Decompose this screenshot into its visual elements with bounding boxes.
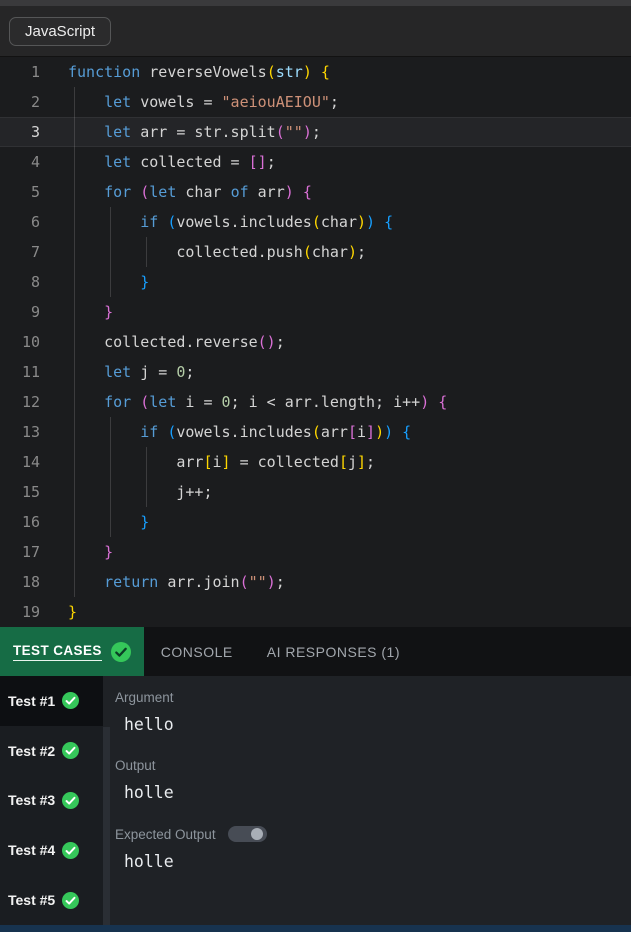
code-line[interactable]: 3 let arr = str.split(""); — [0, 117, 631, 147]
test-case-item[interactable]: Test #4 — [0, 825, 103, 875]
line-number: 13 — [21, 423, 40, 441]
test-case-item[interactable]: Test #5 — [0, 875, 103, 925]
output-label: Output — [115, 758, 156, 773]
line-number: 4 — [30, 153, 40, 171]
code-line[interactable]: 19} — [0, 597, 631, 627]
language-selector-button[interactable]: JavaScript — [9, 16, 112, 46]
line-number: 6 — [30, 213, 40, 231]
code-line[interactable]: 8 } — [0, 267, 631, 297]
code-text: arr[i] = collected[j]; — [68, 453, 376, 471]
test-results-panel: Test #1 Test #2 Test #3 Test #4 Test #5 Argu… — [0, 676, 631, 925]
code-line[interactable]: 12 for (let i = 0; i < arr.length; i++) … — [0, 387, 631, 417]
expected-output-value: holle — [124, 852, 174, 871]
code-line[interactable]: 14 arr[i] = collected[j]; — [0, 447, 631, 477]
code-line[interactable]: 5 for (let char of arr) { — [0, 177, 631, 207]
code-text: } — [104, 543, 114, 561]
line-number: 17 — [21, 543, 40, 561]
code-line[interactable]: 10 collected.reverse(); — [0, 327, 631, 357]
code-text: let collected = []; — [104, 153, 276, 171]
code-text: } — [104, 303, 114, 321]
line-number: 10 — [21, 333, 40, 351]
code-line[interactable]: 15 j++; — [0, 477, 631, 507]
test-case-item[interactable]: Test #3 — [0, 776, 103, 826]
code-line[interactable]: 11 let j = 0; — [0, 357, 631, 387]
test-case-list: Test #1 Test #2 Test #3 Test #4 Test #5 — [0, 676, 103, 925]
argument-value: hello — [124, 715, 174, 734]
test-pass-check-icon — [62, 692, 80, 710]
line-number: 14 — [21, 453, 40, 471]
test-case-item[interactable]: Test #2 — [0, 726, 103, 776]
code-line[interactable]: 6 if (vowels.includes(char)) { — [0, 207, 631, 237]
line-number: 11 — [21, 363, 40, 381]
expected-output-toggle[interactable] — [227, 826, 267, 842]
editor-header: JavaScript — [0, 6, 631, 57]
code-text: let j = 0; — [104, 363, 195, 381]
code-line[interactable]: 13 if (vowels.includes(arr[i])) { — [0, 417, 631, 447]
line-number: 12 — [21, 393, 40, 411]
test-pass-check-icon — [62, 841, 80, 859]
code-line[interactable]: 4 let collected = []; — [0, 147, 631, 177]
code-text: } — [140, 513, 150, 531]
code-line[interactable]: 18 return arr.join(""); — [0, 567, 631, 597]
code-text: collected.push(char); — [68, 243, 367, 261]
code-line[interactable]: 2 let vowels = "aeiouAEIOU"; — [0, 87, 631, 117]
bottom-panel-tabbar: TEST CASES CONSOLE AI RESPONSES (1) — [0, 627, 631, 676]
line-number: 16 — [21, 513, 40, 531]
line-number: 7 — [30, 243, 40, 261]
code-line[interactable]: 17 } — [0, 537, 631, 567]
code-line[interactable]: 16 } — [0, 507, 631, 537]
code-line[interactable]: 7 collected.push(char); — [0, 237, 631, 267]
code-text: j++; — [68, 483, 213, 501]
code-editor[interactable]: 1 function reverseVowels(str) { 2 let vowe… — [0, 57, 631, 627]
code-line[interactable]: 1 function reverseVowels(str) { — [0, 57, 631, 87]
test-case-label: Test #2 — [8, 742, 56, 759]
test-case-label: Test #4 — [8, 842, 56, 859]
test-pass-check-icon — [62, 791, 80, 809]
code-text: } — [140, 273, 150, 291]
code-text: return arr.join(""); — [104, 573, 285, 591]
code-text: if (vowels.includes(arr[i])) { — [140, 423, 412, 441]
argument-label: Argument — [115, 690, 174, 705]
tab-test-cases-label: TEST CASES — [13, 643, 102, 661]
test-detail-panel: Argument hello Output holle Expected Out… — [103, 676, 631, 925]
code-text: for (let char of arr) { — [104, 183, 312, 201]
line-number: 8 — [30, 273, 40, 291]
line-number: 2 — [30, 93, 40, 111]
line-number: 3 — [30, 123, 40, 141]
tests-passed-check-icon — [110, 641, 131, 662]
code-line[interactable]: 9 } — [0, 297, 631, 327]
code-text: if (vowels.includes(char)) { — [140, 213, 394, 231]
code-text: let vowels = "aeiouAEIOU"; — [104, 93, 339, 111]
line-number: 1 — [30, 63, 40, 81]
toggle-knob-icon — [250, 828, 263, 840]
code-text: let arr = str.split(""); — [104, 123, 321, 141]
code-text: function reverseVowels(str) { — [68, 63, 330, 81]
code-text: for (let i = 0; i < arr.length; i++) { — [104, 393, 448, 411]
test-pass-check-icon — [62, 742, 80, 760]
line-number: 18 — [21, 573, 40, 591]
test-pass-check-icon — [62, 891, 80, 909]
status-bar — [0, 925, 631, 932]
test-case-label: Test #5 — [8, 892, 56, 909]
sidebar-scrollbar[interactable] — [103, 727, 110, 925]
code-text: } — [68, 603, 78, 621]
tab-test-cases[interactable]: TEST CASES — [0, 627, 144, 676]
line-number: 5 — [30, 183, 40, 201]
expected-output-label: Expected Output — [115, 826, 216, 842]
code-text: collected.reverse(); — [68, 333, 285, 351]
test-case-label: Test #1 — [8, 692, 56, 709]
line-number: 19 — [21, 603, 40, 621]
tab-ai-responses[interactable]: AI RESPONSES (1) — [250, 627, 417, 676]
line-number: 15 — [21, 483, 40, 501]
test-case-item[interactable]: Test #1 — [0, 676, 103, 726]
tab-console[interactable]: CONSOLE — [144, 627, 250, 676]
output-value: holle — [124, 783, 174, 802]
test-case-label: Test #3 — [8, 792, 56, 809]
line-number: 9 — [30, 303, 40, 321]
